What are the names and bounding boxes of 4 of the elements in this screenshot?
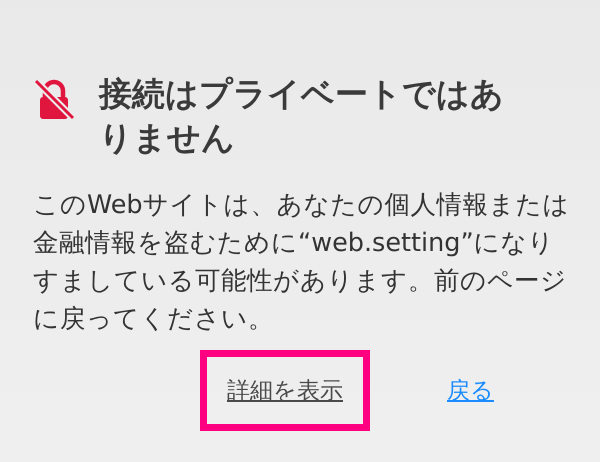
crossed-lock-icon xyxy=(33,78,75,120)
warning-title: 接続はプライベートではありません xyxy=(99,73,505,159)
warning-message: このWebサイトは、あなたの個人情報または金融情報を盗むために“web.setting”になりすましている可能性があります。前のページに戻ってください。 xyxy=(33,189,571,336)
details-link[interactable]: 詳細を表示 xyxy=(227,378,343,404)
